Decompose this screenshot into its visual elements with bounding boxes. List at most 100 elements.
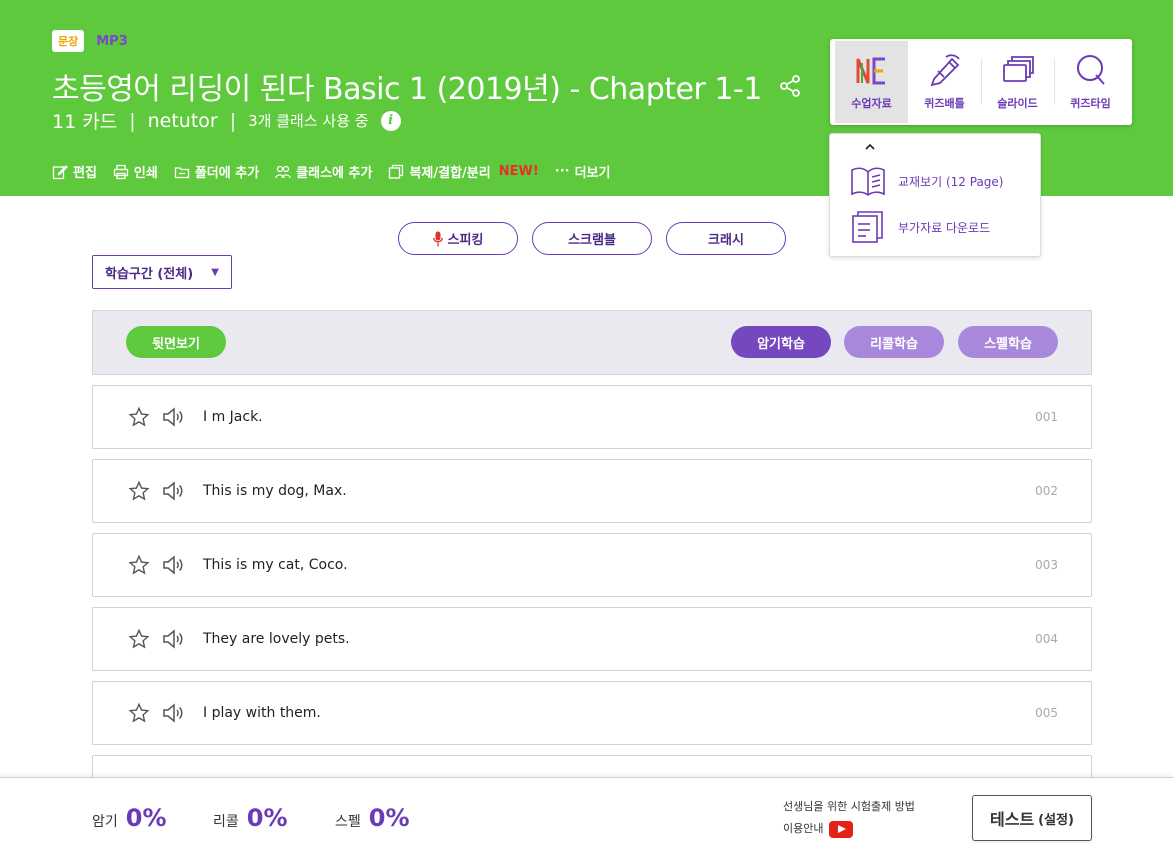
tool-materials-label: 수업자료 — [851, 97, 892, 110]
spell-progress: 스펠 0% — [335, 804, 410, 832]
speaking-label: 스피킹 — [447, 233, 484, 248]
ne-logo-icon — [856, 57, 885, 85]
recall-progress-label: 리콜 — [213, 814, 239, 830]
folder-add-icon — [174, 166, 189, 178]
dropdown-arrow-icon: ▼ — [211, 266, 219, 278]
slides-icon — [1002, 56, 1034, 82]
card-row: This is my dog, Max. 002 — [92, 459, 1092, 523]
add-to-folder-label: 폴더에 추가 — [194, 166, 260, 181]
speaker-icon[interactable] — [161, 553, 185, 577]
star-icon[interactable] — [128, 702, 150, 724]
new-badge: NEW! — [498, 164, 539, 179]
speaker-icon[interactable] — [161, 627, 185, 651]
class-tools-panel: 수업자료 퀴즈배틀 슬라이드 퀴즈타임 — [830, 39, 1132, 125]
add-to-class-label: 클래스에 추가 — [296, 166, 373, 181]
test-label: 테스트 — [990, 810, 1035, 829]
tool-quiz-battle-label: 퀴즈배틀 — [924, 97, 965, 110]
memorize-progress-label: 암기 — [92, 814, 118, 830]
tool-materials[interactable]: 수업자료 — [835, 41, 908, 123]
crash-button[interactable]: 크래시 — [666, 222, 786, 255]
scramble-button[interactable]: 스크램블 — [532, 222, 652, 255]
test-guide: 선생님을 위한 시험출제 방법 이용안내 — [783, 796, 915, 840]
author-name[interactable]: netutor — [148, 110, 218, 132]
meta-row: 11 카드 | netutor | 3개 클래스 사용 중 i — [52, 107, 401, 134]
card-row: This is my cat, Coco. 003 — [92, 533, 1092, 597]
pencil-battle-icon — [930, 54, 960, 87]
star-icon[interactable] — [128, 406, 150, 428]
flip-back-button[interactable]: 뒷면보기 — [126, 326, 226, 358]
download-materials-item[interactable]: 부가자료 다운로드 — [850, 210, 990, 244]
share-icon[interactable] — [778, 74, 802, 98]
memorize-progress: 암기 0% — [92, 804, 167, 832]
copy-icon — [389, 164, 404, 179]
speaker-icon[interactable] — [161, 405, 185, 429]
test-guide-link[interactable]: 이용안내 — [783, 818, 823, 840]
recall-progress: 리콜 0% — [213, 804, 288, 832]
edit-label: 편집 — [73, 166, 97, 181]
recall-progress-value: 0% — [246, 804, 288, 832]
progress-footer: 암기 0% 리콜 0% 스펠 0% 선생님을 위한 시험출제 방법 이용안내 테… — [0, 777, 1173, 857]
separator: | — [129, 109, 136, 132]
card-sentence: They are lovely pets. — [203, 631, 350, 647]
card-sentence: I play with them. — [203, 705, 321, 721]
title-row: 초등영어 리딩이 된다 Basic 1 (2019년) - Chapter 1-… — [52, 64, 802, 108]
textbook-view-item[interactable]: 교재보기 (12 Page) — [850, 164, 1003, 198]
print-icon — [113, 164, 129, 179]
more-label: 더보기 — [574, 166, 611, 181]
speaking-button[interactable]: 스피킹 — [398, 222, 518, 255]
copy-merge-split-label: 복제/결합/분리 — [409, 166, 491, 181]
card-row: They are lovely pets. 004 — [92, 607, 1092, 671]
study-range-value: 학습구간 (전체) — [105, 266, 194, 282]
card-number: 003 — [1035, 558, 1058, 572]
action-bar: 편집 인쇄 폴더에 추가 클래스에 추가 복제/결합/분리 NEW! ··· 더… — [52, 162, 610, 181]
edit-button[interactable]: 편집 — [52, 162, 97, 181]
tags: 문장 MP3 — [52, 30, 128, 52]
card-number: 005 — [1035, 706, 1058, 720]
mp3-tag: MP3 — [96, 33, 128, 49]
star-icon[interactable] — [128, 480, 150, 502]
study-bar: 뒷면보기 암기학습 리콜학습 스펠학습 — [92, 310, 1092, 375]
memorize-study-button[interactable]: 암기학습 — [731, 326, 831, 358]
card-sentence: This is my cat, Coco. — [203, 557, 348, 573]
textbook-view-label: 교재보기 (12 Page) — [898, 174, 1004, 189]
ellipsis-icon: ··· — [554, 164, 570, 179]
tool-quiz-battle[interactable]: 퀴즈배틀 — [908, 41, 981, 123]
spell-study-button[interactable]: 스펠학습 — [958, 326, 1058, 358]
page-title: 초등영어 리딩이 된다 Basic 1 (2019년) - Chapter 1-… — [52, 72, 762, 107]
info-icon[interactable]: i — [380, 110, 401, 131]
tool-slide[interactable]: 슬라이드 — [981, 41, 1054, 123]
materials-dropdown: 교재보기 (12 Page) 부가자료 다운로드 — [829, 133, 1041, 257]
tool-quiz-time[interactable]: 퀴즈타임 — [1054, 41, 1127, 123]
sentence-tag: 문장 — [52, 30, 85, 52]
edit-icon — [52, 164, 68, 179]
test-settings-button[interactable]: 테스트 (설정) — [972, 795, 1092, 841]
test-guide-title: 선생님을 위한 시험출제 방법 — [783, 800, 915, 813]
document-icon — [852, 211, 883, 243]
chevron-up-icon[interactable] — [863, 140, 877, 154]
star-icon[interactable] — [128, 628, 150, 650]
quiz-time-icon — [1076, 55, 1105, 85]
people-icon — [275, 165, 292, 178]
study-range-select[interactable]: 학습구간 (전체) ▼ — [92, 255, 232, 289]
test-sub-label: (설정) — [1038, 812, 1074, 828]
star-icon[interactable] — [128, 554, 150, 576]
open-book-icon — [851, 167, 885, 196]
speaker-icon[interactable] — [161, 479, 185, 503]
print-button[interactable]: 인쇄 — [113, 162, 158, 181]
add-to-folder-button[interactable]: 폴더에 추가 — [174, 162, 259, 181]
more-button[interactable]: ··· 더보기 — [555, 162, 611, 181]
youtube-icon[interactable] — [829, 820, 854, 838]
class-usage: 3개 클래스 사용 중 — [248, 112, 369, 130]
tool-slide-label: 슬라이드 — [997, 97, 1038, 110]
card-sentence: This is my dog, Max. — [203, 483, 347, 499]
speaker-icon[interactable] — [161, 701, 185, 725]
add-to-class-button[interactable]: 클래스에 추가 — [275, 162, 372, 181]
microphone-icon — [432, 231, 443, 246]
copy-merge-split-button[interactable]: 복제/결합/분리 NEW! — [388, 162, 539, 181]
card-sentence: I m Jack. — [203, 409, 263, 425]
card-count: 11 카드 — [52, 111, 118, 133]
spell-progress-value: 0% — [368, 804, 410, 832]
memorize-progress-value: 0% — [125, 804, 167, 832]
recall-study-button[interactable]: 리콜학습 — [844, 326, 944, 358]
card-number: 002 — [1035, 484, 1058, 498]
